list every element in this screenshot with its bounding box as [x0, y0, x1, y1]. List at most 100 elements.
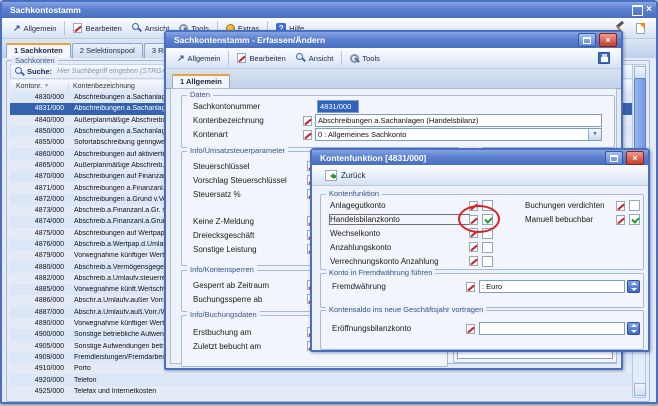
tab-2-selektionspool[interactable]: 2 Selektionspool [72, 43, 143, 58]
new-note-button[interactable] [631, 21, 650, 36]
account-number: 4850/000 [10, 128, 64, 135]
edit-close-button[interactable]: × [599, 33, 617, 47]
menu-item-label: Bearbeiten [85, 24, 121, 33]
checkbox-label: Manuell bebuchbar [525, 215, 616, 224]
field-label: Gesperrt ab Zeitraum [193, 281, 307, 290]
search-input[interactable]: Hier Suchbegriff eingeben (STRG+S [57, 68, 170, 75]
account-name: Abschreib.a.Wertpap.d.Umlaufve [74, 241, 177, 248]
edit-pencil-icon[interactable] [466, 324, 475, 334]
field-label: Steuersatz % [193, 190, 307, 199]
account-name: Abschreib.a.Umlaufv.steuerrechtl [74, 275, 177, 282]
account-number: 4887/000 [10, 309, 64, 316]
menu-item-bearbeiten[interactable]: Bearbeiten [68, 21, 126, 35]
account-number: 4910/000 [10, 365, 64, 372]
edit-pencil-icon[interactable] [469, 242, 478, 252]
menu-item-allgemein[interactable]: ↗Allgemein [172, 52, 225, 65]
account-name: Abschreibungen auf aktivierte ger [74, 151, 178, 158]
field-row: Eröffnungsbilanzkonto [332, 322, 640, 335]
account-name: Fremdleistungen/Fremdarbeiten [74, 354, 174, 361]
screen: Sachkontostamm × ↗Allgemein Bearbeiten Ans… [0, 0, 658, 406]
edit-pencil-icon[interactable] [616, 201, 625, 211]
sachkonten-group-label: Sachkonten [12, 56, 58, 65]
main-titlebar: Sachkontostamm × [2, 2, 656, 18]
page-icon [636, 23, 645, 34]
lookup-button[interactable] [627, 322, 640, 335]
account-number: 4872/000 [10, 196, 64, 203]
column-kontonr[interactable]: Kontonr. ▼ [10, 83, 68, 90]
field-label: Buchungssperre ab [193, 295, 307, 304]
eroeffnungsbilanzkonto-field[interactable] [479, 322, 625, 335]
field-label: Vorschlag Steuerschlüssel [193, 176, 307, 185]
checkbox[interactable] [629, 214, 640, 225]
maximize-button[interactable] [632, 5, 643, 16]
account-name: Porto [74, 365, 91, 372]
checkbox[interactable] [629, 200, 640, 211]
fremdwaehrung-field[interactable]: : Euro [479, 280, 625, 293]
funktion-close-button[interactable]: × [626, 151, 644, 165]
scroll-down-button[interactable] [634, 383, 646, 396]
menu-item-bearbeiten[interactable]: Bearbeiten [232, 51, 290, 65]
account-number: 4882/000 [10, 275, 64, 282]
account-name: Abschreib.a.Finanzanl.a.Grund st [74, 218, 178, 225]
back-button[interactable]: Zurück [318, 167, 372, 184]
account-number: 4873/000 [10, 207, 64, 214]
checkbox-row: Verrechnungskonto Anzahlung [330, 254, 493, 268]
account-number: 4890/000 [10, 320, 64, 327]
kontenbezeichnung-field[interactable]: Abschreibungen a.Sachanlagen (Handelsbil… [315, 114, 602, 127]
chevron-down-icon[interactable]: ▼ [588, 129, 601, 140]
menu-item-label: Bearbeiten [249, 54, 285, 63]
close-button[interactable]: × [646, 6, 652, 14]
account-number: 4909/000 [10, 354, 64, 361]
kontenbezeichnung-label: Kontenbezeichnung [193, 116, 303, 125]
account-name: Abschr.a.Umlaufv.auß.Vorr./Wert [74, 309, 175, 316]
checkbox[interactable] [482, 256, 493, 267]
main-window-title: Sachkontostamm [10, 5, 629, 15]
menu-item-tools[interactable]: Tools [345, 52, 385, 65]
edit-pencil-icon[interactable] [469, 256, 478, 266]
field-label: Keine Z-Meldung [193, 217, 307, 226]
field-row: Sachkontonummer 4831/000 [193, 100, 613, 113]
search-icon [15, 67, 25, 77]
account-name: Abschr.a.Umlaufv.außer Vorräten [74, 297, 177, 304]
sachkontonummer-label: Sachkontonummer [193, 102, 303, 111]
edit-pencil-icon[interactable] [616, 215, 625, 225]
menu-separator [341, 51, 342, 65]
table-row[interactable]: 4920/000Telefon [10, 374, 632, 385]
menu-item-label: Allgemein [24, 24, 57, 33]
account-name: Abschreibungen a.Grund v.Verlus [74, 196, 178, 203]
fremdwaehrung-label: Fremdwährung [332, 282, 466, 291]
account-number: 4876/000 [10, 241, 64, 248]
save-icon [598, 52, 610, 64]
menu-item-ansicht[interactable]: Ansicht [291, 51, 339, 65]
menu-item-allgemein[interactable]: ↗Allgemein [8, 22, 61, 35]
edit-restore-button[interactable] [578, 33, 596, 47]
mag-icon [132, 23, 142, 33]
edit-pencil-icon[interactable] [303, 130, 312, 140]
account-number: 4870/000 [10, 173, 64, 180]
account-number: 4885/000 [10, 286, 64, 293]
edit-pencil-icon[interactable] [466, 282, 475, 292]
account-number: 4874/000 [10, 218, 64, 225]
field-label: Erstbuchung am [193, 328, 307, 337]
annotation-circle [458, 205, 500, 233]
daten-group-label: Daten [187, 90, 213, 99]
edit-pencil-icon[interactable] [303, 116, 312, 126]
saldo-group-label: Kontensaldo ins neue Geschäftsjahr vortr… [326, 305, 486, 314]
tab-allgemein[interactable]: 1 Allgemein [172, 74, 230, 89]
kontenfunktion-group-label: Kontenfunktion [326, 189, 382, 198]
table-row[interactable]: 4925/000Telefax und Internetkosten [10, 386, 632, 397]
sachkontonummer-field[interactable]: 4831/000 [317, 100, 359, 113]
checkbox-label: Verrechnungskonto Anzahlung [330, 257, 469, 266]
funktion-restore-button[interactable] [605, 151, 623, 165]
account-name: Sofortabschreibung geringwertige [74, 139, 179, 146]
kontenart-select[interactable]: 0 : Allgemeines Sachkonto ▼ [315, 128, 602, 141]
checkbox-label: Handelsbilanzkonto [330, 215, 469, 224]
account-name: Telefon [74, 377, 97, 384]
save-button[interactable] [593, 50, 615, 66]
checkbox[interactable] [482, 242, 493, 253]
lookup-button[interactable] [627, 280, 640, 293]
checkbox-row: Manuell bebuchbar [525, 213, 640, 227]
field-label: Dreiecksgeschäft [193, 231, 307, 240]
checkbox-label: Anzahlungskonto [330, 243, 469, 252]
ust-group-label: Info/Umsatzsteuerparameter [187, 146, 288, 155]
